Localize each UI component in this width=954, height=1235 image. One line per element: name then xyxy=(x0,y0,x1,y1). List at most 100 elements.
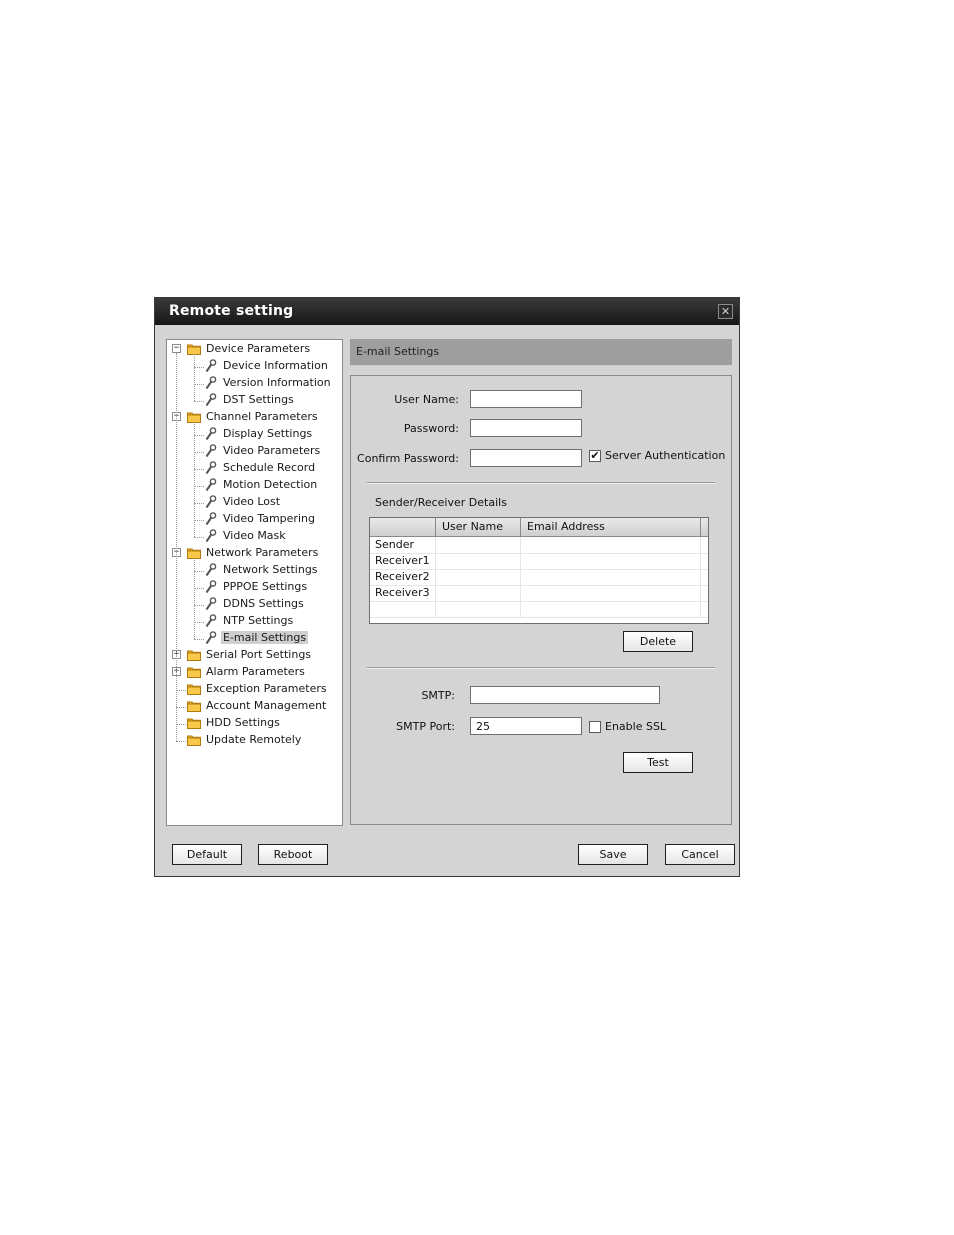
tree-group-label: Update Remotely xyxy=(206,733,302,746)
password-input[interactable] xyxy=(470,419,582,437)
remote-setting-dialog: Remote setting ✕ − Device Parameters Devic… xyxy=(154,297,740,877)
section-header: E-mail Settings xyxy=(350,339,732,366)
tree-group-label: HDD Settings xyxy=(206,716,280,729)
user-name-label: User Name: xyxy=(394,393,459,406)
tree-item-label: Device Information xyxy=(223,359,328,372)
tree-item-label: Display Settings xyxy=(223,427,313,440)
tree-item-label: PPPOE Settings xyxy=(223,580,308,593)
settings-tree[interactable]: − Device Parameters Device Information Vers… xyxy=(166,339,343,826)
content-area: E-mail Settings User Name: Password: Con… xyxy=(346,339,732,826)
tree-group-hdd-settings[interactable]: HDD Settings xyxy=(167,715,342,732)
section-title: E-mail Settings xyxy=(356,345,440,358)
collapse-icon[interactable]: − xyxy=(172,344,181,353)
test-button[interactable]: Test xyxy=(623,752,693,773)
table-row[interactable]: Sender xyxy=(370,537,708,554)
table-cell xyxy=(436,601,521,617)
tree-item-label: Video Tampering xyxy=(223,512,315,525)
confirm-password-label: Confirm Password: xyxy=(357,452,459,465)
wrench-icon xyxy=(205,512,217,529)
email-settings-panel: User Name: Password: Confirm Password: ✔… xyxy=(350,375,732,825)
smtp-port-input[interactable] xyxy=(470,717,582,735)
table-cell xyxy=(521,553,701,569)
wrench-icon xyxy=(205,529,217,546)
divider-bottom xyxy=(367,667,715,669)
tree-item-label: Video Lost xyxy=(223,495,281,508)
table-cell xyxy=(436,585,521,601)
table-cell xyxy=(370,601,436,617)
table-cell xyxy=(521,537,701,553)
tree-group-label: Device Parameters xyxy=(206,342,311,355)
wrench-icon xyxy=(205,563,217,580)
wrench-icon xyxy=(205,495,217,512)
wrench-icon xyxy=(205,580,217,597)
wrench-icon xyxy=(205,597,217,614)
folder-icon xyxy=(187,717,201,732)
table-cell xyxy=(521,601,701,617)
table-row-empty xyxy=(370,601,708,618)
close-icon: ✕ xyxy=(720,305,731,318)
tree-item-label: Network Settings xyxy=(223,563,318,576)
wrench-icon xyxy=(205,631,217,648)
tree-item-label: NTP Settings xyxy=(223,614,294,627)
save-button[interactable]: Save xyxy=(578,844,648,865)
divider-top xyxy=(367,482,715,484)
table-cell xyxy=(436,553,521,569)
tree-item-label: DDNS Settings xyxy=(223,597,304,610)
table-cell: Receiver3 xyxy=(370,585,436,601)
tree-group-label: Serial Port Settings xyxy=(206,648,312,661)
table-cell: Sender xyxy=(370,537,436,553)
recipients-table[interactable]: User Name Email Address Sender Receiver1 Rec… xyxy=(369,517,709,624)
tree-group-account-management[interactable]: Account Management xyxy=(167,698,342,715)
table-row[interactable]: Receiver2 xyxy=(370,569,708,586)
tree-group-label: Channel Parameters xyxy=(206,410,318,423)
table-cell: Receiver2 xyxy=(370,569,436,585)
smtp-input[interactable] xyxy=(470,686,660,704)
default-button[interactable]: Default xyxy=(172,844,242,865)
confirm-password-input[interactable] xyxy=(470,449,582,467)
wrench-icon xyxy=(205,461,217,478)
cancel-button[interactable]: Cancel xyxy=(665,844,735,865)
tree-item-label: Video Parameters xyxy=(223,444,321,457)
folder-icon xyxy=(187,666,201,681)
wrench-icon xyxy=(205,359,217,376)
tree-group-label: Network Parameters xyxy=(206,546,319,559)
enable-ssl-checkbox[interactable] xyxy=(589,721,601,733)
wrench-icon xyxy=(205,614,217,631)
smtp-port-label: SMTP Port: xyxy=(396,720,455,733)
table-row[interactable]: Receiver3 xyxy=(370,585,708,602)
tree-group-update-remotely[interactable]: Update Remotely xyxy=(167,732,342,749)
column-header[interactable] xyxy=(370,518,436,536)
column-header[interactable]: User Name xyxy=(436,518,521,536)
tree-item-label: DST Settings xyxy=(223,393,294,406)
wrench-icon xyxy=(205,427,217,444)
tree-item-label: Schedule Record xyxy=(223,461,316,474)
delete-button[interactable]: Delete xyxy=(623,631,693,652)
column-header[interactable]: Email Address xyxy=(521,518,701,536)
table-cell xyxy=(521,585,701,601)
folder-icon xyxy=(187,649,201,664)
tree-group-serial-port-settings[interactable]: + Serial Port Settings xyxy=(167,647,342,664)
table-cell xyxy=(436,569,521,585)
title-bar[interactable]: Remote setting ✕ xyxy=(155,298,739,325)
server-auth-checkbox[interactable]: ✔ xyxy=(589,450,601,462)
details-label: Sender/Receiver Details xyxy=(375,496,507,509)
table-row[interactable]: Receiver1 xyxy=(370,553,708,570)
tree-group-label: Account Management xyxy=(206,699,327,712)
user-name-input[interactable] xyxy=(470,390,582,408)
table-cell: Receiver1 xyxy=(370,553,436,569)
wrench-icon xyxy=(205,444,217,461)
window-title: Remote setting xyxy=(169,303,294,319)
server-auth-label: Server Authentication xyxy=(605,449,726,462)
close-button[interactable]: ✕ xyxy=(718,304,733,319)
table-cell xyxy=(521,569,701,585)
wrench-icon xyxy=(205,478,217,495)
tree-group-alarm-parameters[interactable]: + Alarm Parameters xyxy=(167,664,342,681)
wrench-icon xyxy=(205,376,217,393)
tree-item-label: Video Mask xyxy=(223,529,286,542)
table-header: User Name Email Address xyxy=(370,518,708,537)
tree-group-exception-parameters[interactable]: Exception Parameters xyxy=(167,681,342,698)
smtp-label: SMTP: xyxy=(421,689,455,702)
reboot-button[interactable]: Reboot xyxy=(258,844,328,865)
tree-group-label: Alarm Parameters xyxy=(206,665,305,678)
tree-item-label: E-mail Settings xyxy=(221,631,309,644)
